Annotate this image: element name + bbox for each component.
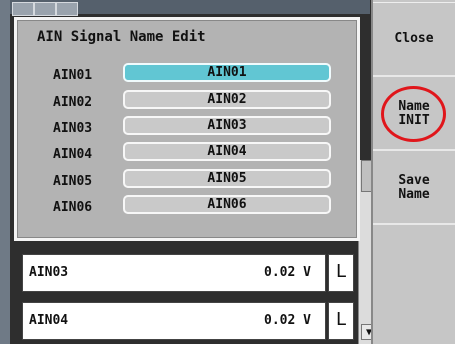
signal-label: AIN01 xyxy=(53,68,93,83)
top-tab[interactable] xyxy=(12,2,34,16)
highlight-circle xyxy=(381,86,446,142)
ain-signal-name-edit-dialog: AIN Signal Name Edit AIN01 AIN01 AIN02 A… xyxy=(14,17,360,241)
row-mode-cell[interactable]: L xyxy=(328,254,354,292)
signal-name-field[interactable]: AIN06 xyxy=(123,195,331,214)
signal-name-field[interactable]: AIN04 xyxy=(123,142,331,161)
signal-label: AIN04 xyxy=(53,147,93,162)
signal-row: AIN02 AIN02 xyxy=(17,90,357,114)
signal-row: AIN05 AIN05 xyxy=(17,169,357,193)
row-mode-cell[interactable]: L xyxy=(328,302,354,340)
save-name-button[interactable]: Save Name xyxy=(373,153,455,225)
signal-row: AIN03 AIN03 xyxy=(17,116,357,140)
signal-name-field[interactable]: AIN03 xyxy=(123,116,331,135)
empty-function-key[interactable] xyxy=(373,227,455,344)
signal-label: AIN03 xyxy=(53,121,93,136)
signal-label: AIN05 xyxy=(53,174,93,189)
row-value: 0.02 V xyxy=(264,313,311,328)
signal-label: AIN06 xyxy=(53,200,93,215)
top-tab-bar xyxy=(10,0,370,16)
dialog-title: AIN Signal Name Edit xyxy=(37,29,206,45)
row-value: 0.02 V xyxy=(264,265,311,280)
top-tab[interactable] xyxy=(34,2,56,16)
list-row[interactable]: AIN04 0.02 V xyxy=(22,302,326,340)
signal-name-field[interactable]: AIN02 xyxy=(123,90,331,109)
signal-label: AIN02 xyxy=(53,95,93,110)
row-name: AIN03 xyxy=(29,265,69,280)
list-row[interactable]: AIN03 0.02 V xyxy=(22,254,326,292)
row-name: AIN04 xyxy=(29,313,69,328)
signal-name-field[interactable]: AIN01 xyxy=(123,63,331,82)
close-button[interactable]: Close xyxy=(373,2,455,77)
signal-row: AIN01 AIN01 xyxy=(17,63,357,87)
signal-name-field[interactable]: AIN05 xyxy=(123,169,331,188)
signal-row: AIN06 AIN06 xyxy=(17,195,357,219)
function-key-panel: Close Name INIT Save Name xyxy=(371,0,455,344)
signal-row: AIN04 AIN04 xyxy=(17,142,357,166)
top-tab[interactable] xyxy=(56,2,78,16)
